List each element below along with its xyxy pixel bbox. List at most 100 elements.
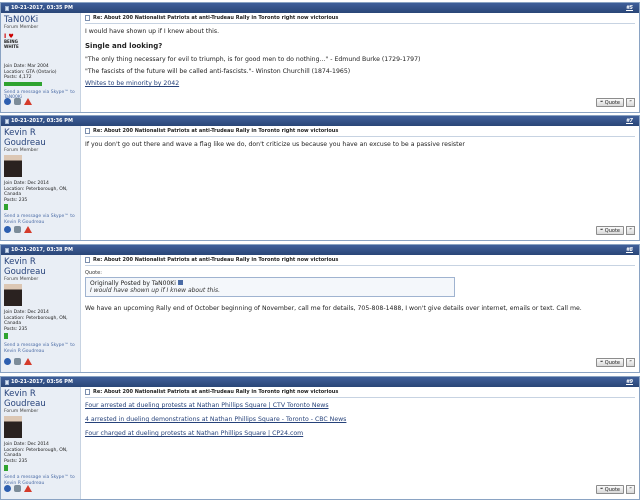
quote-text: I would have shown up if I knew about th… [90,287,221,294]
post-content: Re: About 200 Nationalist Patriots at an… [85,389,635,444]
post-title: Re: About 200 Nationalist Patriots at an… [93,257,339,263]
post-title-icon [85,257,90,263]
quote-label: Quote: [85,270,102,276]
news-link[interactable]: Four charged at dueling protests at Nath… [85,430,303,437]
post-icon [5,5,9,11]
post-text: I would have shown up if I knew about th… [85,28,220,35]
post-header: 10-21-2017, 03:38 PM #8 [1,245,639,255]
avatar [4,284,22,306]
post-date: 10-21-2017, 03:35 PM [11,5,73,11]
view-post-icon[interactable] [177,280,183,285]
quote-button[interactable]: ❝ Quote [596,98,624,107]
username-link[interactable]: Kevin R Goudreau [4,128,77,148]
user-info: Kevin R Goudreau Forum Member Join Date:… [1,126,81,240]
reputation-icon[interactable] [14,98,21,105]
reputation-bar [4,333,8,339]
quote-box: Originally Posted by TaN00Ki I would hav… [85,277,455,297]
signature-text: "The only thing necessary for evil to tr… [85,56,421,63]
post-date: 10-21-2017, 03:38 PM [11,247,73,253]
location: Location: Peterborough, ON, Canada [4,186,68,198]
post-count: Posts: 235 [4,197,28,203]
username-link[interactable]: Kevin R Goudreau [4,257,77,277]
user-info: Kevin R Goudreau Forum Member Join Date:… [1,255,81,372]
post-number-link[interactable]: #8 [626,245,633,255]
post-9: 10-21-2017, 03:56 PM #9 Kevin R Goudreau… [0,376,640,500]
username-link[interactable]: TaN00Ki [4,15,77,25]
post-header: 10-21-2017, 03:56 PM #9 [1,377,639,387]
post-text: If you don't go out there and wave a fla… [85,141,465,148]
quote-author: Originally Posted by TaN00Ki [90,280,176,287]
post-content: Re: About 200 Nationalist Patriots at an… [85,15,635,87]
post-header: 10-21-2017, 03:35 PM #5 [1,3,639,13]
avatar: I ♥ BEING WHITE [4,34,26,58]
post-text: We have an upcoming Rally end of October… [85,305,582,312]
user-title: Forum Member [4,277,39,282]
report-post-icon[interactable] [24,98,32,105]
multiquote-button[interactable]: “ [626,226,635,235]
news-link[interactable]: 4 arrested in dueling demonstrations at … [85,416,346,423]
post-header: 10-21-2017, 03:36 PM #7 [1,116,639,126]
post-8: 10-21-2017, 03:38 PM #8 Kevin R Goudreau… [0,244,640,373]
post-5: 10-21-2017, 03:35 PM #5 TaN00Ki Forum Me… [0,2,640,113]
skype-link[interactable]: Send a message via Skype™ to Kevin R Gou… [4,343,77,354]
post-content: Re: About 200 Nationalist Patriots at an… [85,128,635,155]
post-title-icon [85,15,90,21]
signature-text: "The fascists of the future will be call… [85,68,351,75]
post-date: 10-21-2017, 03:56 PM [11,379,73,385]
post-date: 10-21-2017, 03:36 PM [11,118,73,124]
post-number-link[interactable]: #7 [626,116,633,126]
post-count: Posts: 4,172 [4,75,32,80]
post-content: Re: About 200 Nationalist Patriots at an… [85,257,635,319]
post-icon [5,118,9,124]
signature-heading: Single and looking? [85,42,163,50]
post-7: 10-21-2017, 03:36 PM #7 Kevin R Goudreau… [0,115,640,241]
quote-button[interactable]: ❝ Quote [596,358,624,367]
post-count: Posts: 235 [4,326,28,332]
online-status-icon [4,358,11,365]
skype-link[interactable]: Send a message via Skype™ to Kevin R Gou… [4,214,77,225]
quote-icon: ❝ [600,227,603,234]
reputation-bar [4,465,8,471]
multiquote-button[interactable]: “ [626,485,635,494]
multiquote-button[interactable]: “ [626,358,635,367]
post-icon [5,379,9,385]
report-post-icon[interactable] [24,226,32,233]
post-icon [5,247,9,253]
user-title: Forum Member [4,409,39,414]
quote-button[interactable]: ❝ Quote [596,485,624,494]
reputation-bar [4,81,42,86]
report-post-icon[interactable] [24,485,32,492]
reputation-icon[interactable] [14,358,21,365]
post-title: Re: About 200 Nationalist Patriots at an… [93,128,339,134]
post-number-link[interactable]: #5 [626,3,633,13]
avatar [4,155,22,177]
avatar [4,416,22,438]
report-post-icon[interactable] [24,358,32,365]
post-count: Posts: 235 [4,458,28,464]
reputation-bar [4,204,8,210]
post-title-icon [85,128,90,134]
user-title: Forum Member [4,148,39,153]
online-status-icon [4,98,11,105]
post-title-icon [85,389,90,395]
quote-icon: ❝ [600,99,603,106]
post-number-link[interactable]: #9 [626,377,633,387]
reputation-icon[interactable] [14,485,21,492]
post-title: Re: About 200 Nationalist Patriots at an… [93,389,339,395]
user-info: TaN00Ki Forum Member I ♥ BEING WHITE Joi… [1,13,81,112]
signature-link[interactable]: Whites to be minority by 2042 [85,80,179,87]
username-link[interactable]: Kevin R Goudreau [4,389,77,409]
multiquote-button[interactable]: “ [626,98,635,107]
location: Location: Peterborough, ON, Canada [4,447,68,459]
avatar-text-line: WHITE [4,44,19,49]
news-link[interactable]: Four arrested at dueling protests at Nat… [85,402,329,409]
post-title: Re: About 200 Nationalist Patriots at an… [93,15,339,21]
user-info: Kevin R Goudreau Forum Member Join Date:… [1,387,81,499]
online-status-icon [4,485,11,492]
user-title: Forum Member [4,25,39,30]
quote-button[interactable]: ❝ Quote [596,226,624,235]
reputation-icon[interactable] [14,226,21,233]
location: Location: Peterborough, ON, Canada [4,315,68,327]
online-status-icon [4,226,11,233]
quote-icon: ❝ [600,486,603,493]
